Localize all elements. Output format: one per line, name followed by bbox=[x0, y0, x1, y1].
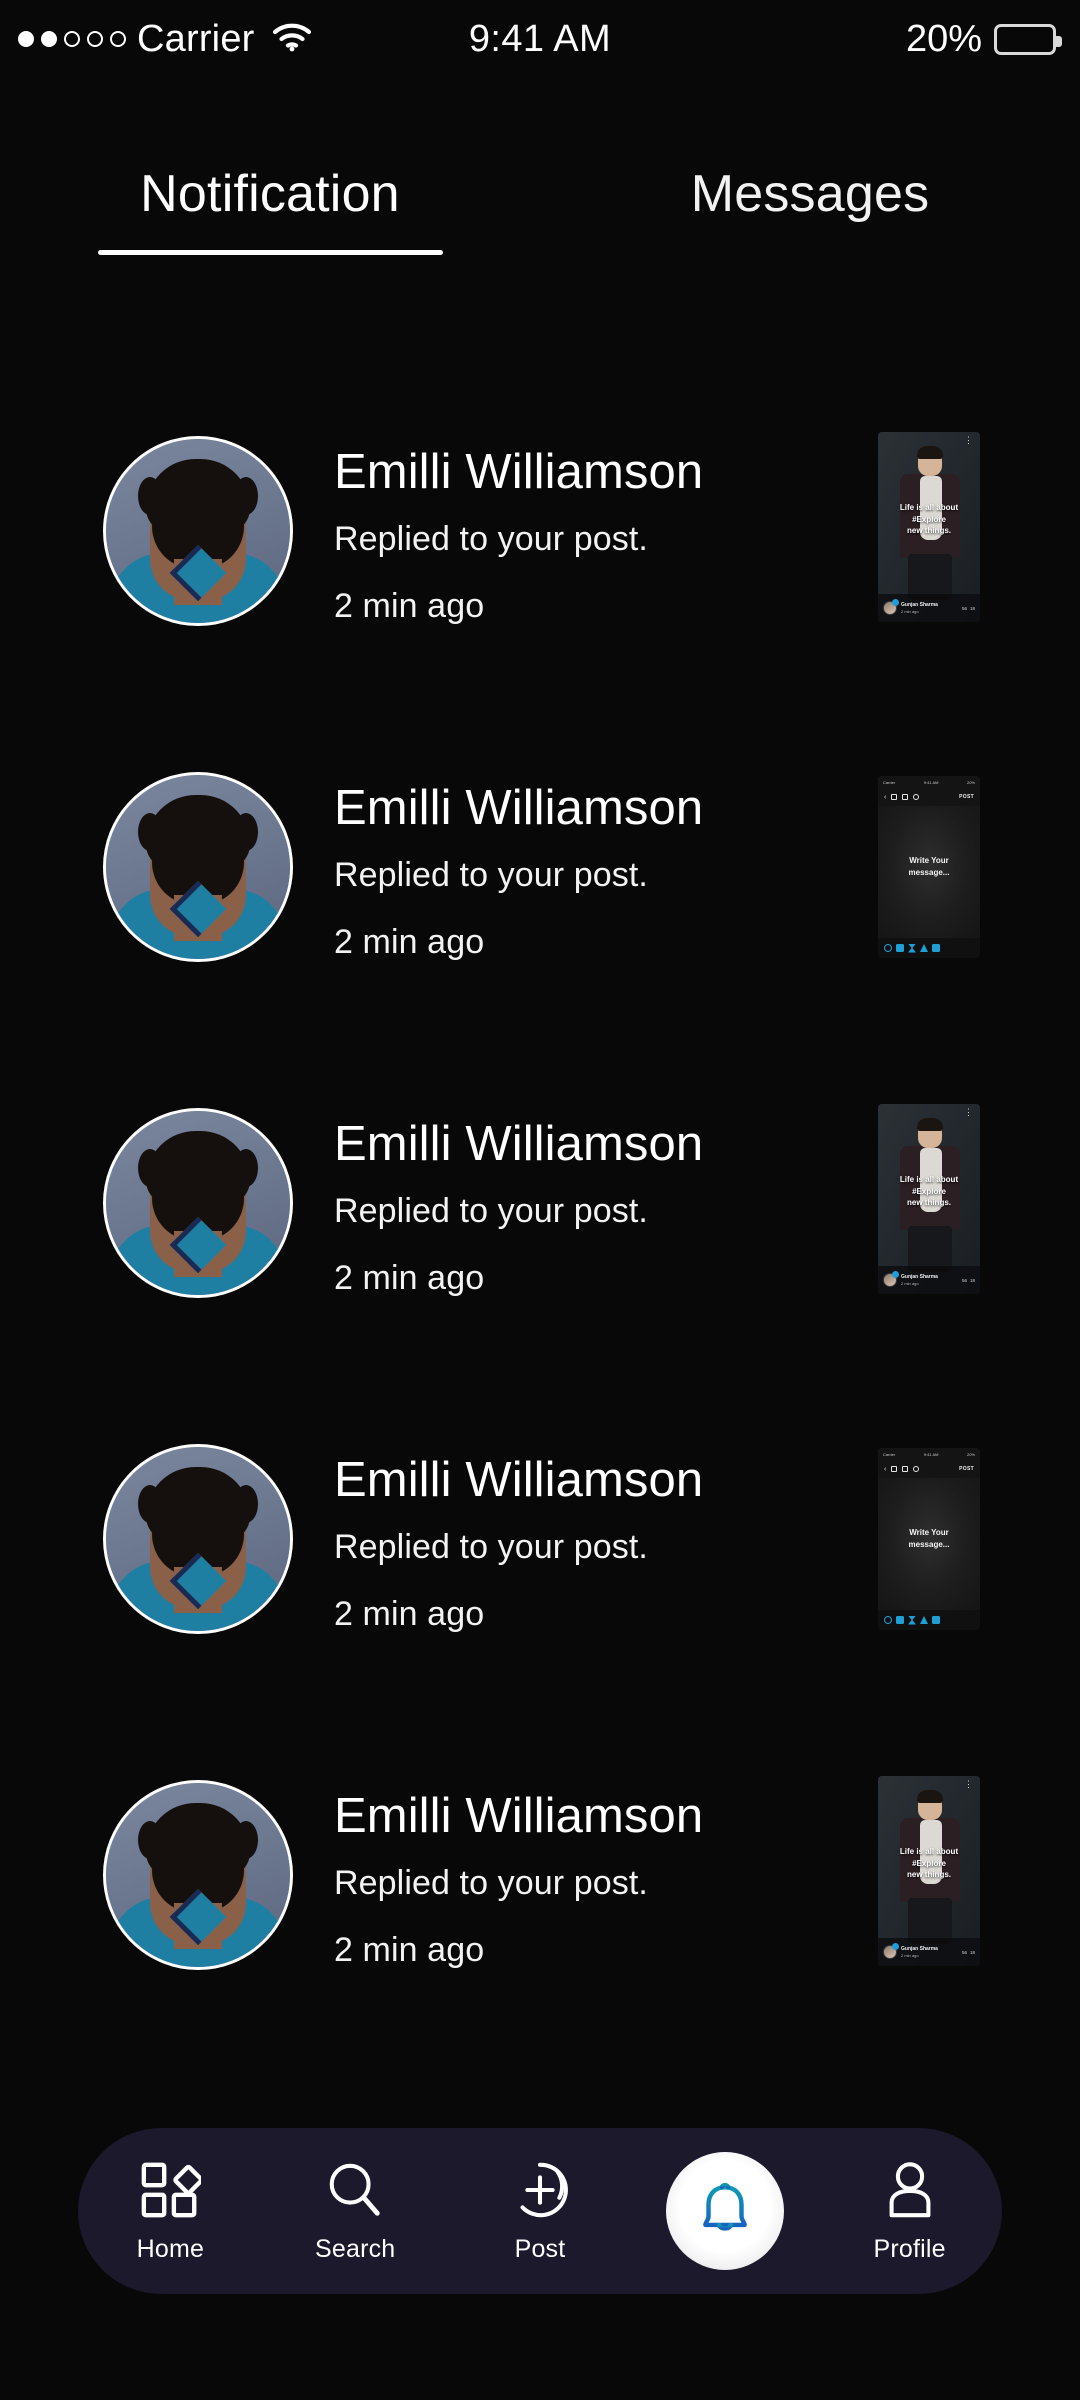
tab-bar: Notification Messages bbox=[0, 168, 1080, 288]
post-thumbnail[interactable]: ⋮ Life is all about #Explore new things.… bbox=[878, 1776, 980, 1966]
post-footer: Gunjan Sharma 2 min ago 56 18 bbox=[878, 1938, 980, 1966]
nav-item-post[interactable]: Post bbox=[448, 2128, 633, 2294]
tab-messages-label: Messages bbox=[690, 165, 930, 223]
text-icon bbox=[896, 1616, 904, 1624]
post-caption: Life is all about #Explore new things. bbox=[899, 1847, 959, 1880]
battery-icon bbox=[994, 23, 1062, 55]
post-author-avatar bbox=[883, 599, 899, 615]
notification-row[interactable]: Emilli Williamson Replied to your post. … bbox=[0, 1426, 1080, 1762]
more-options-icon[interactable]: ⋮ bbox=[964, 436, 973, 445]
post-thumbnail[interactable]: ⋮ Life is all about #Explore new things.… bbox=[878, 1104, 980, 1294]
shape-icon bbox=[920, 944, 928, 952]
post-footer: Gunjan Sharma 2 min ago 56 18 bbox=[878, 1266, 980, 1294]
message-thumbnail[interactable]: Carrier 9:41 AM 20% ‹ POST Write Your me… bbox=[878, 776, 980, 958]
brush-icon bbox=[932, 944, 940, 952]
back-icon: ‹ bbox=[884, 793, 887, 801]
post-button[interactable]: POST bbox=[959, 1466, 974, 1472]
post-author-avatar bbox=[883, 1271, 899, 1287]
nav-item-search[interactable]: Search bbox=[263, 2128, 448, 2294]
nav-label-search: Search bbox=[314, 2234, 396, 2263]
post-author-time: 2 min ago bbox=[901, 1952, 919, 1958]
bell-icon bbox=[702, 2182, 747, 2231]
post-stats: 56 18 bbox=[962, 1950, 975, 1955]
camera-icon bbox=[891, 1466, 898, 1472]
post-footer: Gunjan Sharma 2 min ago 56 18 bbox=[878, 594, 980, 622]
gallery-icon bbox=[902, 1466, 909, 1472]
plus-circle-icon bbox=[520, 2162, 568, 2217]
thumbnail-tools bbox=[878, 1610, 980, 1630]
like-count: 56 bbox=[961, 605, 967, 611]
comment-count: 18 bbox=[969, 1277, 975, 1283]
post-button[interactable]: POST bbox=[959, 794, 974, 800]
thumbnail-toolbar: ‹ POST bbox=[878, 788, 980, 806]
thumbnail-status-bar: Carrier 9:41 AM 20% bbox=[883, 1451, 975, 1457]
effect-icon bbox=[908, 1616, 916, 1625]
thumbnail-status-bar: Carrier 9:41 AM 20% bbox=[883, 779, 975, 785]
tab-notification[interactable]: Notification bbox=[0, 168, 540, 288]
tab-notification-label: Notification bbox=[140, 165, 400, 223]
bottom-navigation-bar: Home Search Post Profile bbox=[78, 2128, 1002, 2294]
active-nav-highlight bbox=[665, 2152, 784, 2270]
tab-inactive-indicator bbox=[638, 250, 983, 255]
brush-icon bbox=[932, 1616, 940, 1624]
post-author-avatar bbox=[883, 1943, 899, 1959]
message-thumbnail[interactable]: Carrier 9:41 AM 20% ‹ POST Write Your me… bbox=[878, 1448, 980, 1630]
notification-row[interactable]: Emilli Williamson Replied to your post. … bbox=[0, 1762, 1080, 2098]
back-icon: ‹ bbox=[884, 1465, 887, 1473]
post-author-time: 2 min ago bbox=[901, 1280, 919, 1286]
color-icon bbox=[884, 1616, 892, 1624]
thumbnail-toolbar: ‹ POST bbox=[878, 1460, 980, 1478]
status-bar: Carrier 9:41 AM 20% bbox=[0, 0, 1080, 78]
nav-item-home[interactable]: Home bbox=[78, 2128, 263, 2294]
avatar bbox=[103, 1108, 293, 1298]
effect-icon bbox=[908, 944, 916, 953]
notification-list: Emilli Williamson Replied to your post. … bbox=[0, 418, 1080, 2098]
tab-active-indicator bbox=[97, 250, 443, 255]
tab-messages[interactable]: Messages bbox=[540, 168, 1080, 288]
more-options-icon[interactable]: ⋮ bbox=[964, 1780, 973, 1789]
nav-item-notifications[interactable] bbox=[632, 2128, 817, 2294]
avatar bbox=[103, 772, 293, 962]
text-icon bbox=[896, 944, 904, 952]
nav-label-home: Home bbox=[136, 2234, 205, 2263]
post-thumbnail[interactable]: ⋮ Life is all about #Explore new things.… bbox=[878, 432, 980, 622]
more-options-icon[interactable]: ⋮ bbox=[964, 1108, 973, 1117]
comment-count: 18 bbox=[969, 605, 975, 611]
color-icon bbox=[884, 944, 892, 952]
app-screen: Carrier 9:41 AM 20% Notification Message… bbox=[0, 0, 1080, 2400]
message-placeholder: Write Your message... bbox=[908, 1528, 950, 1549]
avatar bbox=[103, 1444, 293, 1634]
gallery-icon bbox=[902, 794, 909, 800]
location-icon bbox=[913, 794, 920, 800]
notification-row[interactable]: Emilli Williamson Replied to your post. … bbox=[0, 1090, 1080, 1426]
nav-label-profile: Profile bbox=[873, 2234, 946, 2263]
post-author-time: 2 min ago bbox=[901, 608, 919, 614]
camera-icon bbox=[891, 794, 898, 800]
notification-row[interactable]: Emilli Williamson Replied to your post. … bbox=[0, 754, 1080, 1090]
grid-icon bbox=[142, 2162, 202, 2217]
search-icon bbox=[329, 2163, 380, 2216]
battery-percent-label: 20% bbox=[905, 17, 982, 60]
comment-count: 18 bbox=[969, 1949, 975, 1955]
thumbnail-tools bbox=[878, 938, 980, 958]
post-stats: 56 18 bbox=[962, 606, 975, 611]
status-bar-right: 20% bbox=[905, 17, 1062, 61]
post-stats: 56 18 bbox=[962, 1278, 975, 1283]
avatar bbox=[103, 436, 293, 626]
nav-item-profile[interactable]: Profile bbox=[817, 2128, 1002, 2294]
shape-icon bbox=[920, 1616, 928, 1624]
post-caption: Life is all about #Explore new things. bbox=[899, 1175, 959, 1208]
notification-row[interactable]: Emilli Williamson Replied to your post. … bbox=[0, 418, 1080, 754]
person-icon bbox=[889, 2161, 931, 2217]
post-caption: Life is all about #Explore new things. bbox=[899, 503, 959, 536]
nav-label-post: Post bbox=[514, 2234, 566, 2263]
like-count: 56 bbox=[961, 1949, 967, 1955]
like-count: 56 bbox=[961, 1277, 967, 1283]
location-icon bbox=[913, 1466, 920, 1472]
message-placeholder: Write Your message... bbox=[908, 856, 950, 877]
avatar bbox=[103, 1780, 293, 1970]
